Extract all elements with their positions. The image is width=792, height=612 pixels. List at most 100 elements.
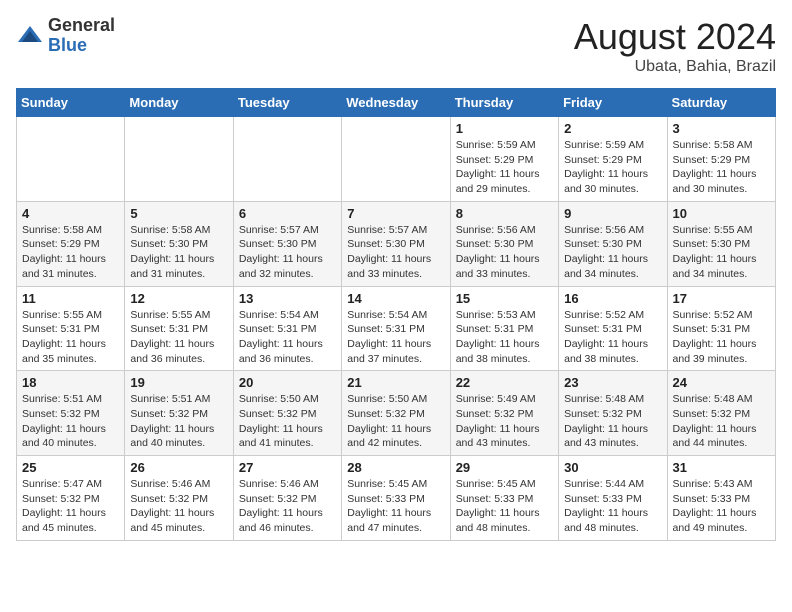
weekday-header-sunday: Sunday <box>17 89 125 117</box>
logo-text: General Blue <box>48 16 115 56</box>
calendar-cell: 28 Sunrise: 5:45 AM Sunset: 5:33 PM Dayli… <box>342 456 450 541</box>
calendar-cell: 31 Sunrise: 5:43 AM Sunset: 5:33 PM Dayli… <box>667 456 775 541</box>
calendar-cell: 26 Sunrise: 5:46 AM Sunset: 5:32 PM Dayli… <box>125 456 233 541</box>
calendar-cell: 7 Sunrise: 5:57 AM Sunset: 5:30 PM Daylig… <box>342 201 450 286</box>
day-info: Sunrise: 5:58 AM Sunset: 5:30 PM Dayligh… <box>130 223 227 282</box>
day-info: Sunrise: 5:48 AM Sunset: 5:32 PM Dayligh… <box>564 392 661 451</box>
day-number: 22 <box>456 375 553 390</box>
day-number: 21 <box>347 375 444 390</box>
calendar-cell: 20 Sunrise: 5:50 AM Sunset: 5:32 PM Dayli… <box>233 371 341 456</box>
day-info: Sunrise: 5:45 AM Sunset: 5:33 PM Dayligh… <box>456 477 553 536</box>
calendar-cell: 10 Sunrise: 5:55 AM Sunset: 5:30 PM Dayli… <box>667 201 775 286</box>
day-info: Sunrise: 5:58 AM Sunset: 5:29 PM Dayligh… <box>673 138 770 197</box>
day-info: Sunrise: 5:44 AM Sunset: 5:33 PM Dayligh… <box>564 477 661 536</box>
calendar-cell <box>233 117 341 202</box>
day-number: 23 <box>564 375 661 390</box>
day-info: Sunrise: 5:50 AM Sunset: 5:32 PM Dayligh… <box>239 392 336 451</box>
calendar-cell: 12 Sunrise: 5:55 AM Sunset: 5:31 PM Dayli… <box>125 286 233 371</box>
day-info: Sunrise: 5:55 AM Sunset: 5:30 PM Dayligh… <box>673 223 770 282</box>
day-number: 24 <box>673 375 770 390</box>
calendar-cell: 24 Sunrise: 5:48 AM Sunset: 5:32 PM Dayli… <box>667 371 775 456</box>
calendar-cell: 30 Sunrise: 5:44 AM Sunset: 5:33 PM Dayli… <box>559 456 667 541</box>
location: Ubata, Bahia, Brazil <box>574 58 776 76</box>
day-number: 7 <box>347 206 444 221</box>
day-info: Sunrise: 5:47 AM Sunset: 5:32 PM Dayligh… <box>22 477 119 536</box>
calendar-cell: 4 Sunrise: 5:58 AM Sunset: 5:29 PM Daylig… <box>17 201 125 286</box>
day-number: 8 <box>456 206 553 221</box>
calendar-cell: 1Sunrise: 5:59 AM Sunset: 5:29 PM Daylig… <box>450 117 558 202</box>
day-number: 26 <box>130 460 227 475</box>
calendar-cell: 5 Sunrise: 5:58 AM Sunset: 5:30 PM Daylig… <box>125 201 233 286</box>
day-info: Sunrise: 5:43 AM Sunset: 5:33 PM Dayligh… <box>673 477 770 536</box>
calendar-cell: 22 Sunrise: 5:49 AM Sunset: 5:32 PM Dayli… <box>450 371 558 456</box>
day-info: Sunrise: 5:55 AM Sunset: 5:31 PM Dayligh… <box>130 308 227 367</box>
day-info: Sunrise: 5:48 AM Sunset: 5:32 PM Dayligh… <box>673 392 770 451</box>
day-number: 28 <box>347 460 444 475</box>
day-info: Sunrise: 5:57 AM Sunset: 5:30 PM Dayligh… <box>347 223 444 282</box>
day-info: Sunrise: 5:52 AM Sunset: 5:31 PM Dayligh… <box>564 308 661 367</box>
day-number: 6 <box>239 206 336 221</box>
month-year: August 2024 <box>574 16 776 58</box>
calendar-cell: 2Sunrise: 5:59 AM Sunset: 5:29 PM Daylig… <box>559 117 667 202</box>
week-row-1: 4 Sunrise: 5:58 AM Sunset: 5:29 PM Daylig… <box>17 201 776 286</box>
calendar-cell <box>17 117 125 202</box>
calendar-cell: 14Sunrise: 5:54 AM Sunset: 5:31 PM Dayli… <box>342 286 450 371</box>
day-number: 31 <box>673 460 770 475</box>
calendar-cell: 27Sunrise: 5:46 AM Sunset: 5:32 PM Dayli… <box>233 456 341 541</box>
day-number: 9 <box>564 206 661 221</box>
day-info: Sunrise: 5:46 AM Sunset: 5:32 PM Dayligh… <box>130 477 227 536</box>
day-info: Sunrise: 5:53 AM Sunset: 5:31 PM Dayligh… <box>456 308 553 367</box>
calendar-cell: 6 Sunrise: 5:57 AM Sunset: 5:30 PM Daylig… <box>233 201 341 286</box>
day-number: 5 <box>130 206 227 221</box>
day-number: 4 <box>22 206 119 221</box>
day-info: Sunrise: 5:57 AM Sunset: 5:30 PM Dayligh… <box>239 223 336 282</box>
week-row-2: 11 Sunrise: 5:55 AM Sunset: 5:31 PM Dayli… <box>17 286 776 371</box>
calendar-cell: 3Sunrise: 5:58 AM Sunset: 5:29 PM Daylig… <box>667 117 775 202</box>
day-number: 29 <box>456 460 553 475</box>
day-info: Sunrise: 5:54 AM Sunset: 5:31 PM Dayligh… <box>239 308 336 367</box>
day-info: Sunrise: 5:56 AM Sunset: 5:30 PM Dayligh… <box>564 223 661 282</box>
calendar-cell: 11 Sunrise: 5:55 AM Sunset: 5:31 PM Dayli… <box>17 286 125 371</box>
calendar-cell: 16Sunrise: 5:52 AM Sunset: 5:31 PM Dayli… <box>559 286 667 371</box>
day-info: Sunrise: 5:50 AM Sunset: 5:32 PM Dayligh… <box>347 392 444 451</box>
day-number: 20 <box>239 375 336 390</box>
day-info: Sunrise: 5:49 AM Sunset: 5:32 PM Dayligh… <box>456 392 553 451</box>
title-area: August 2024 Ubata, Bahia, Brazil <box>574 16 776 76</box>
day-number: 2 <box>564 121 661 136</box>
calendar-cell: 23 Sunrise: 5:48 AM Sunset: 5:32 PM Dayli… <box>559 371 667 456</box>
day-number: 30 <box>564 460 661 475</box>
calendar-cell: 13 Sunrise: 5:54 AM Sunset: 5:31 PM Dayli… <box>233 286 341 371</box>
day-number: 13 <box>239 291 336 306</box>
day-info: Sunrise: 5:55 AM Sunset: 5:31 PM Dayligh… <box>22 308 119 367</box>
day-number: 12 <box>130 291 227 306</box>
week-row-3: 18Sunrise: 5:51 AM Sunset: 5:32 PM Dayli… <box>17 371 776 456</box>
calendar-cell: 19 Sunrise: 5:51 AM Sunset: 5:32 PM Dayli… <box>125 371 233 456</box>
weekday-header-tuesday: Tuesday <box>233 89 341 117</box>
day-info: Sunrise: 5:51 AM Sunset: 5:32 PM Dayligh… <box>130 392 227 451</box>
weekday-header-thursday: Thursday <box>450 89 558 117</box>
weekday-header-row: SundayMondayTuesdayWednesdayThursdayFrid… <box>17 89 776 117</box>
day-number: 25 <box>22 460 119 475</box>
day-number: 15 <box>456 291 553 306</box>
calendar-table: SundayMondayTuesdayWednesdayThursdayFrid… <box>16 88 776 541</box>
day-number: 14 <box>347 291 444 306</box>
logo-icon <box>16 22 44 50</box>
day-info: Sunrise: 5:56 AM Sunset: 5:30 PM Dayligh… <box>456 223 553 282</box>
day-info: Sunrise: 5:52 AM Sunset: 5:31 PM Dayligh… <box>673 308 770 367</box>
weekday-header-wednesday: Wednesday <box>342 89 450 117</box>
day-info: Sunrise: 5:58 AM Sunset: 5:29 PM Dayligh… <box>22 223 119 282</box>
week-row-0: 1Sunrise: 5:59 AM Sunset: 5:29 PM Daylig… <box>17 117 776 202</box>
week-row-4: 25 Sunrise: 5:47 AM Sunset: 5:32 PM Dayli… <box>17 456 776 541</box>
day-number: 10 <box>673 206 770 221</box>
calendar-cell: 8 Sunrise: 5:56 AM Sunset: 5:30 PM Daylig… <box>450 201 558 286</box>
day-info: Sunrise: 5:45 AM Sunset: 5:33 PM Dayligh… <box>347 477 444 536</box>
day-number: 17 <box>673 291 770 306</box>
day-info: Sunrise: 5:51 AM Sunset: 5:32 PM Dayligh… <box>22 392 119 451</box>
logo-blue: Blue <box>48 36 115 56</box>
calendar-cell: 21 Sunrise: 5:50 AM Sunset: 5:32 PM Dayli… <box>342 371 450 456</box>
calendar-cell: 25 Sunrise: 5:47 AM Sunset: 5:32 PM Dayli… <box>17 456 125 541</box>
weekday-header-friday: Friday <box>559 89 667 117</box>
day-number: 19 <box>130 375 227 390</box>
calendar-cell: 29 Sunrise: 5:45 AM Sunset: 5:33 PM Dayli… <box>450 456 558 541</box>
day-number: 11 <box>22 291 119 306</box>
